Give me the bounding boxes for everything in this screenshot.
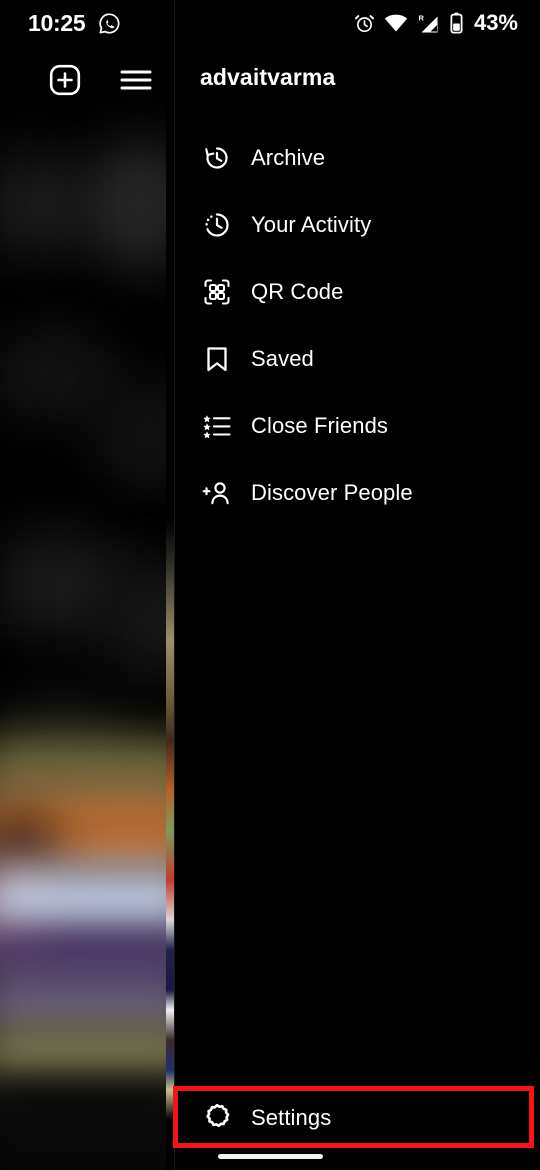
battery-icon [450, 12, 463, 34]
settings-gear-icon [200, 1101, 234, 1135]
profile-top-actions [0, 54, 174, 110]
person-add-icon [200, 476, 234, 510]
status-bar-left: 10:25 [28, 9, 121, 37]
menu-item-discover-people[interactable]: Discover People [175, 459, 540, 526]
menu-item-label: Discover People [251, 479, 413, 505]
archive-clock-icon [200, 141, 234, 175]
menu-item-qr-code[interactable]: QR Code [175, 258, 540, 325]
add-post-icon[interactable] [48, 63, 82, 102]
menu-item-label: Close Friends [251, 412, 389, 438]
alarm-icon [354, 13, 375, 34]
status-bar: 10:25 R 43% [0, 0, 540, 46]
menu-item-label: Your Activity [251, 211, 372, 237]
drawer-username[interactable]: advaitvarma [200, 64, 335, 91]
menu-item-archive[interactable]: Archive [175, 124, 540, 191]
menu-item-label: Archive [251, 144, 326, 170]
status-bar-right: R 43% [354, 11, 518, 35]
svg-text:R: R [418, 13, 424, 22]
hamburger-menu-icon[interactable] [120, 68, 152, 97]
status-clock: 10:25 [28, 10, 86, 36]
side-drawer-panel: advaitvarma Archive Your Activity QR Cod… [174, 0, 540, 1170]
bookmark-icon [200, 342, 234, 376]
menu-item-close-friends[interactable]: Close Friends [175, 392, 540, 459]
close-friends-star-list-icon [200, 409, 234, 443]
home-indicator[interactable] [218, 1154, 323, 1159]
activity-clock-icon [200, 208, 234, 242]
menu-item-settings[interactable]: Settings [200, 1093, 331, 1143]
menu-item-label: QR Code [251, 278, 344, 304]
menu-item-label: Saved [251, 345, 314, 371]
blurred-background-profile [0, 0, 180, 1170]
menu-item-saved[interactable]: Saved [175, 325, 540, 392]
wifi-icon [384, 13, 408, 33]
whatsapp-notification-icon [98, 12, 121, 35]
signal-roaming-icon: R [417, 13, 441, 34]
phone-screen: advaitvarma Archive Your Activity QR Cod… [0, 0, 540, 1170]
battery-percent-label: 43% [473, 10, 518, 35]
menu-item-your-activity[interactable]: Your Activity [175, 191, 540, 258]
qr-code-icon [200, 275, 234, 309]
settings-label: Settings [251, 1105, 332, 1130]
drawer-menu-list: Archive Your Activity QR Code Saved Clos… [175, 124, 540, 526]
